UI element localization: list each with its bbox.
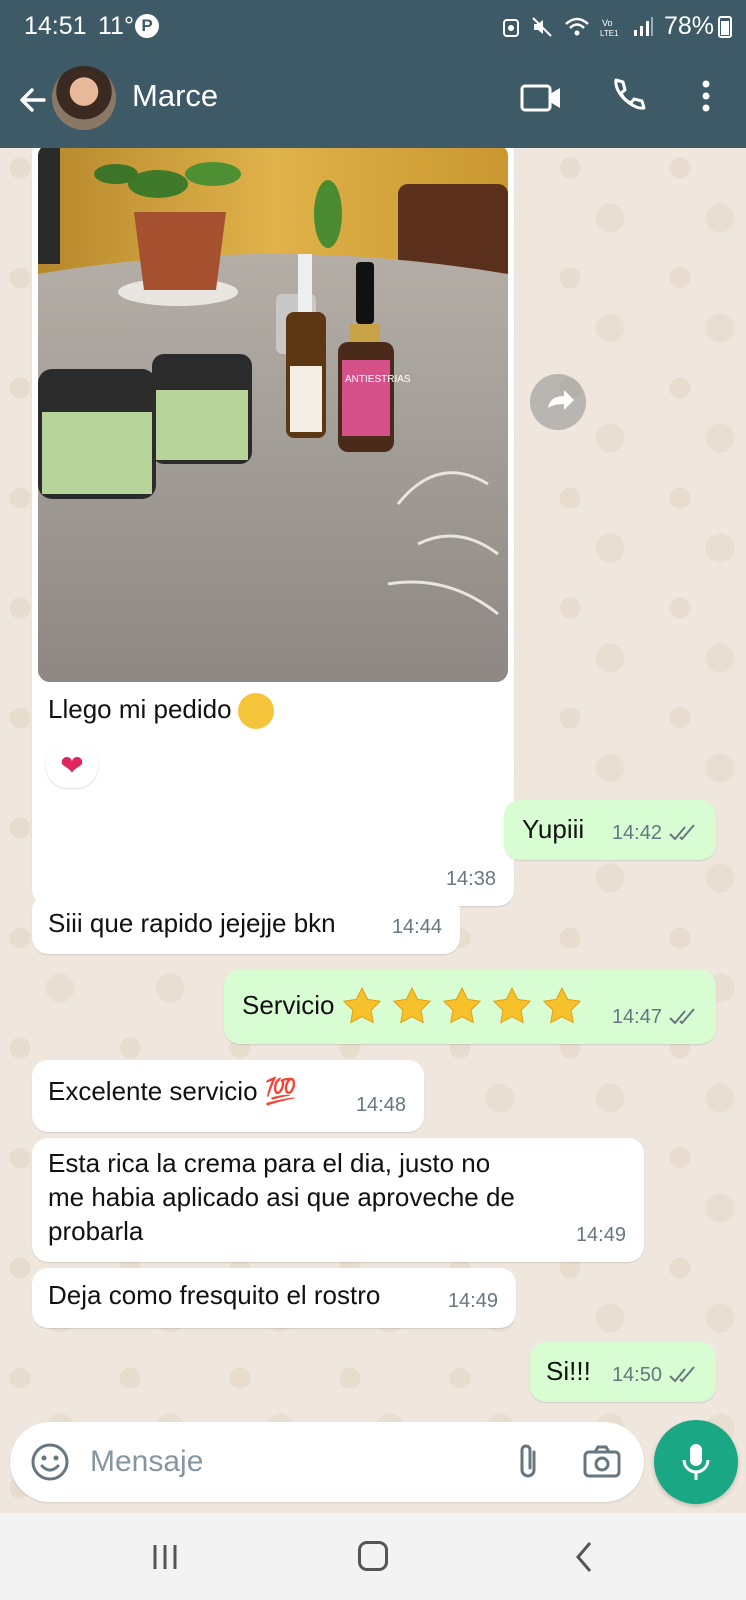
message-meta: 14:50 [612,1358,698,1392]
hugging-face-icon [237,693,274,730]
more-vert-icon[interactable] [690,76,722,116]
avatar[interactable] [52,66,116,130]
contact-name[interactable]: Marce [132,78,218,114]
incoming-message[interactable]: Esta rica la crema para el dia, justo no… [32,1138,644,1262]
phone-icon[interactable] [608,76,648,116]
pinterest-icon: P [135,14,159,38]
battery-icon [718,15,732,38]
message-line: probarla [48,1216,144,1246]
star-icon [443,986,482,1024]
message-time: 14:50 [611,1364,662,1386]
message-time: 14:44 [391,916,442,938]
message-text: Siii que rapido jejejje bkn [48,908,336,938]
system-nav-bar [0,1513,746,1600]
star-icon [493,986,532,1024]
chat-area[interactable]: ANTIESTRIAS Llego mi pedido 14:38 Yupiii… [0,148,746,1513]
outgoing-message[interactable]: Servicio 14:47 [224,970,716,1044]
message-text: Si!!! [546,1356,591,1386]
message-time: 14:48 [355,1094,406,1116]
message-composer [10,1422,644,1502]
home-icon[interactable] [358,1541,388,1571]
wifi-icon [565,17,589,36]
signal-icon [634,17,653,36]
message-line: Esta rica la crema para el dia, justo no [48,1148,491,1178]
svg-text:LTE1: LTE1 [600,29,619,38]
message-text: Servicio [242,990,335,1020]
read-ticks-icon [669,1366,695,1383]
mic-button[interactable] [654,1420,738,1504]
back-arrow-icon[interactable] [14,82,50,118]
message-meta: 14:38 [446,862,496,896]
message-content: Servicio [242,986,582,1024]
status-bar: 14:51 11° P Vo LTE1 78% [0,0,746,52]
message-text: Excelente servicio 💯 [48,1076,298,1106]
read-ticks-icon [669,824,695,841]
image-message[interactable]: ANTIESTRIAS Llego mi pedido 14:38 [32,148,514,906]
vpn-icon [503,19,519,37]
incoming-message[interactable]: Excelente servicio 💯 14:48 [32,1060,424,1132]
caption-text: Llego mi pedido [48,694,232,724]
status-temperature: 11° [98,12,134,40]
message-meta: 14:48 [356,1088,406,1122]
message-line: me habia aplicado asi que aproveche de [48,1182,515,1212]
smiley-icon[interactable] [30,1442,70,1482]
star-icon [343,986,382,1024]
video-call-icon[interactable] [520,78,564,118]
system-icons: Vo LTE1 [502,14,654,40]
battery-percent: 78% [663,12,714,40]
message-meta: 14:42 [612,816,698,850]
battery-indicator: 78% [664,12,732,41]
nav-back-icon[interactable] [572,1541,596,1573]
message-time: 14:49 [447,1290,498,1312]
svg-text:ANTIESTRIAS: ANTIESTRIAS [345,374,411,385]
attach-icon[interactable] [510,1442,546,1482]
star-icon [393,986,432,1024]
message-time: 14:49 [575,1224,626,1246]
camera-icon[interactable] [582,1444,622,1480]
star-icon [543,986,582,1024]
photo-image: ANTIESTRIAS [38,148,508,682]
message-text: Yupiii [522,814,585,844]
incoming-message[interactable]: Siii que rapido jejejje bkn 14:44 [32,894,460,954]
message-meta: 14:47 [612,1000,698,1034]
svg-text:Vo: Vo [602,18,613,28]
image-caption: Llego mi pedido [48,692,274,730]
outgoing-message[interactable]: Si!!! 14:50 [530,1342,716,1402]
mute-icon [532,17,552,37]
incoming-message[interactable]: Deja como fresquito el rostro 14:49 [32,1268,516,1328]
message-meta: 14:44 [392,910,442,944]
message-time: 14:47 [611,1006,662,1028]
status-time: 14:51 [24,12,87,40]
message-time: 14:38 [445,868,496,890]
chat-header: Marce [0,52,746,148]
read-ticks-icon [669,1008,695,1025]
message-time: 14:42 [611,822,662,844]
message-meta: 14:49 [576,1218,626,1252]
message-input[interactable] [90,1440,490,1484]
product-photo[interactable]: ANTIESTRIAS [38,148,508,682]
forward-icon [548,390,574,410]
star-rating [342,986,582,1024]
message-text: Esta rica la crema para el dia, justo no… [48,1146,515,1248]
forward-button[interactable] [530,374,586,430]
mic-icon [682,1444,710,1480]
recents-icon[interactable] [150,1543,180,1571]
message-meta: 14:49 [448,1284,498,1318]
volte-icon: VoLTE1 [600,18,619,38]
message-text: Deja como fresquito el rostro [48,1280,381,1310]
outgoing-message[interactable]: Yupiii 14:42 [504,800,716,860]
reaction-badge[interactable]: ❤ [46,744,98,788]
